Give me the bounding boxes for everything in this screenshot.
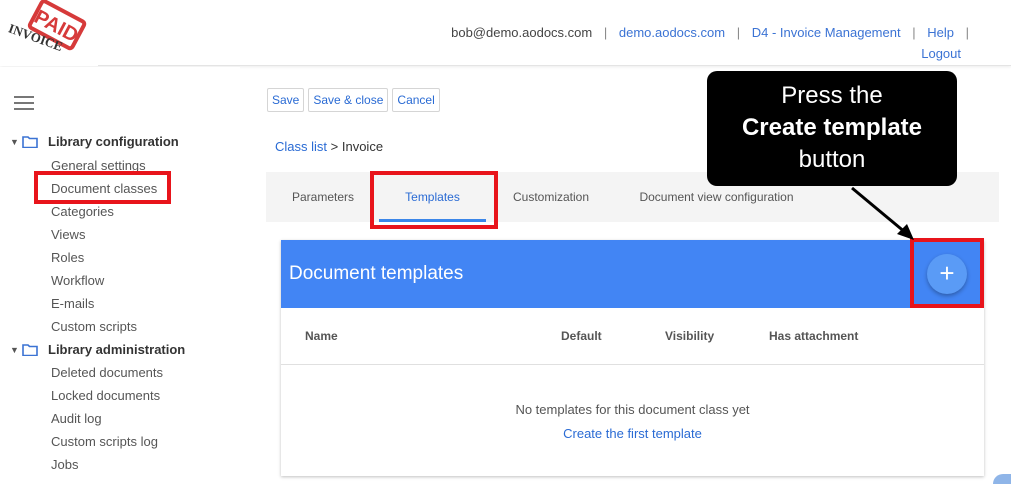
document-templates-card: Document templates + Name Default Visibi… (281, 240, 984, 476)
header-links: bob@demo.aodocs.com | demo.aodocs.com | … (451, 22, 969, 64)
tab-parameters[interactable]: Parameters (281, 172, 365, 222)
breadcrumb-current: Invoice (341, 139, 384, 154)
section-label: Library administration (48, 342, 186, 357)
folder-icon (22, 135, 38, 148)
column-header-has-attachment[interactable]: Has attachment (769, 329, 858, 343)
instruction-callout: Press the Create template button (707, 71, 957, 186)
empty-state-message: No templates for this document class yet (515, 402, 750, 417)
library-link[interactable]: D4 - Invoice Management (752, 25, 901, 40)
separator: | (912, 25, 916, 40)
paid-invoice-logo: PAID INVOICE (0, 0, 98, 66)
callout-line-1: Press the (781, 82, 883, 109)
sidebar-item-workflow[interactable]: Workflow (51, 273, 104, 288)
folder-icon (22, 343, 38, 356)
tree-section-library-administration[interactable]: ▼ Library administration (10, 342, 185, 357)
card-header: Document templates + (281, 240, 984, 308)
caret-down-icon: ▼ (10, 344, 19, 355)
breadcrumb-class-list-link[interactable]: Class list (275, 139, 327, 154)
column-header-visibility[interactable]: Visibility (665, 329, 714, 343)
sidebar-item-audit-log[interactable]: Audit log (51, 411, 102, 426)
highlight-document-classes (34, 171, 171, 204)
user-email: bob@demo.aodocs.com (451, 25, 593, 40)
separator: | (965, 25, 969, 40)
domain-link[interactable]: demo.aodocs.com (619, 25, 725, 40)
column-header-name[interactable]: Name (305, 329, 338, 343)
column-header-default[interactable]: Default (561, 329, 602, 343)
sidebar-item-views[interactable]: Views (51, 227, 85, 242)
app-header: PAID INVOICE bob@demo.aodocs.com | demo.… (0, 0, 1011, 66)
tree-section-library-configuration[interactable]: ▼ Library configuration (10, 134, 179, 149)
sidebar-item-locked-documents[interactable]: Locked documents (51, 388, 160, 403)
callout-line-2: Create template (741, 114, 923, 141)
corner-decoration (993, 474, 1011, 484)
sidebar-item-custom-scripts[interactable]: Custom scripts (51, 319, 137, 334)
sidebar-item-deleted-documents[interactable]: Deleted documents (51, 365, 163, 380)
breadcrumb: Class list > Invoice (275, 139, 383, 154)
toolbar: Save Save & close Cancel (267, 88, 440, 112)
divider (281, 364, 984, 365)
callout-line-3: button (798, 146, 866, 173)
sidebar-item-roles[interactable]: Roles (51, 250, 84, 265)
hamburger-menu-icon[interactable] (14, 96, 34, 110)
section-label: Library configuration (48, 134, 179, 149)
sidebar: ▼ Library configuration General settings… (0, 67, 240, 484)
logout-link[interactable]: Logout (921, 46, 961, 61)
sidebar-item-custom-scripts-log[interactable]: Custom scripts log (51, 434, 158, 449)
highlight-templates-tab (370, 171, 498, 229)
sidebar-item-emails[interactable]: E-mails (51, 296, 94, 311)
highlight-create-template-button (910, 238, 984, 308)
tab-customization[interactable]: Customization (506, 172, 596, 222)
cancel-button[interactable]: Cancel (392, 88, 440, 112)
create-first-template-link[interactable]: Create the first template (281, 426, 984, 441)
save-close-button[interactable]: Save & close (308, 88, 389, 112)
breadcrumb-separator: > (330, 139, 339, 154)
sidebar-item-categories[interactable]: Categories (51, 204, 114, 219)
card-title: Document templates (289, 263, 464, 284)
save-button[interactable]: Save (267, 88, 305, 112)
help-link[interactable]: Help (927, 25, 954, 40)
caret-down-icon: ▼ (10, 136, 19, 147)
separator: | (603, 25, 608, 40)
separator: | (736, 25, 741, 40)
sidebar-item-jobs[interactable]: Jobs (51, 457, 78, 472)
